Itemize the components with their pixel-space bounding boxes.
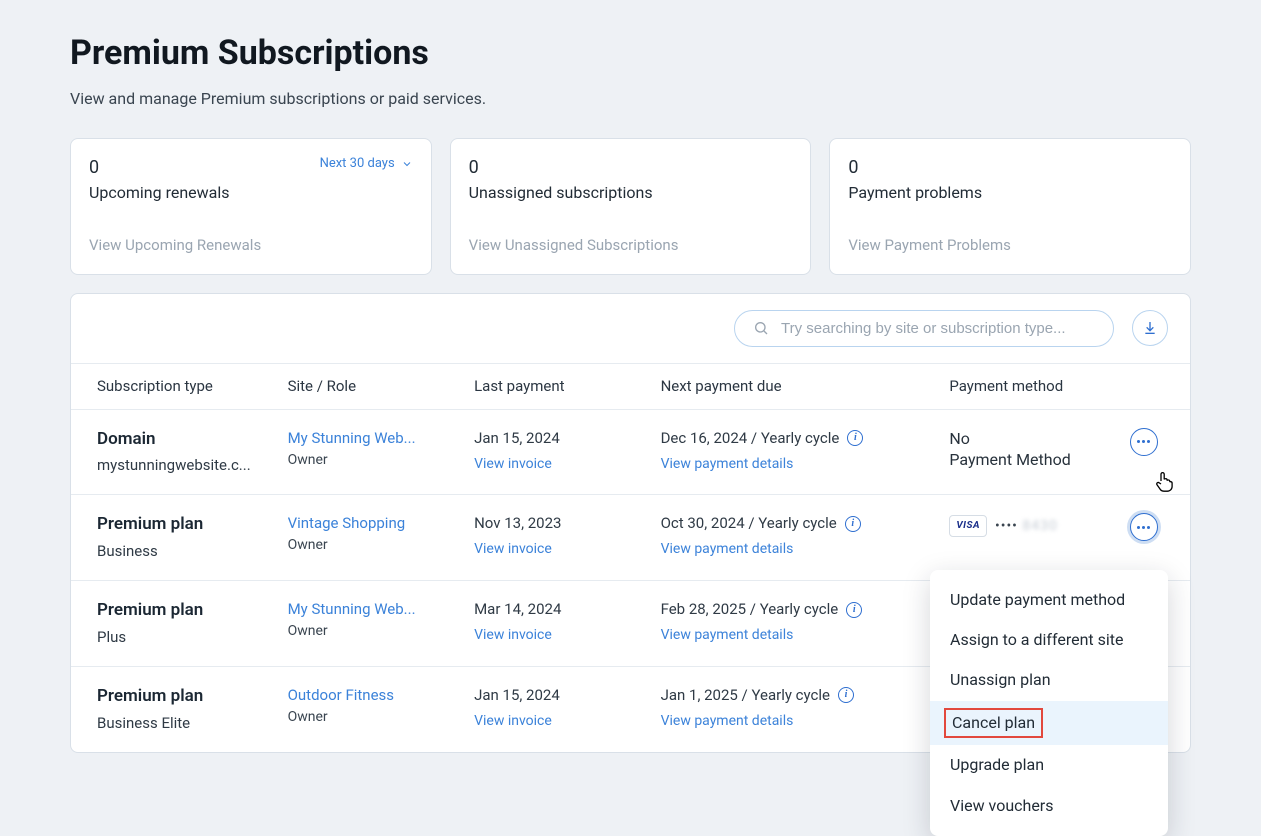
subscription-subname: mystunningwebsite.c... — [97, 455, 288, 476]
summary-card: 0 Next 30 days Upcoming renewals View Up… — [70, 138, 432, 275]
view-payment-details-link[interactable]: View payment details — [661, 626, 794, 646]
summary-card: 0 Unassigned subscriptions View Unassign… — [450, 138, 812, 275]
dropdown-item-label: Assign to a different site — [950, 630, 1123, 649]
card-label: Payment problems — [848, 182, 1172, 204]
info-icon[interactable]: i — [847, 430, 863, 446]
card-footer-link[interactable]: View Upcoming Renewals — [89, 205, 413, 256]
view-invoice-link[interactable]: View invoice — [474, 712, 552, 732]
next-payment-text: Feb 28, 2025 / Yearly cycle — [661, 599, 839, 620]
next-payment-text: Jan 1, 2025 / Yearly cycle — [661, 685, 830, 706]
view-invoice-link[interactable]: View invoice — [474, 540, 552, 560]
dropdown-item[interactable]: Update payment method — [930, 580, 1168, 620]
last-payment-date: Jan 15, 2024 — [474, 428, 661, 449]
summary-cards: 0 Next 30 days Upcoming renewals View Up… — [70, 138, 1191, 275]
card-footer-link[interactable]: View Payment Problems — [848, 205, 1172, 256]
dropdown-item[interactable]: Upgrade plan — [930, 745, 1168, 785]
subscription-subname: Business Elite — [97, 713, 288, 734]
dropdown-item-label: Cancel plan — [944, 708, 1043, 738]
subscription-subname: Business — [97, 541, 288, 562]
payment-method-chip: VISA •••• 8430 — [949, 515, 1058, 537]
row-actions-dropdown: Update payment method Assign to a differe… — [930, 570, 1168, 836]
last-payment-date: Jan 15, 2024 — [474, 685, 661, 706]
view-payment-details-link[interactable]: View payment details — [661, 455, 794, 475]
col-header-next-payment: Next payment due — [661, 363, 950, 409]
last-payment-date: Mar 14, 2024 — [474, 599, 661, 620]
dropdown-item[interactable]: Cancel plan — [930, 701, 1168, 745]
subscription-subname: Plus — [97, 627, 288, 648]
site-link[interactable]: Vintage Shopping — [288, 513, 428, 534]
card-footer-link[interactable]: View Unassigned Subscriptions — [469, 205, 793, 256]
card-count: 0 — [848, 155, 858, 180]
next-payment-text: Dec 16, 2024 / Yearly cycle — [661, 428, 840, 449]
download-button[interactable] — [1132, 310, 1168, 346]
search-icon — [753, 320, 769, 336]
page-title: Premium Subscriptions — [70, 30, 1191, 78]
subscription-name: Domain — [97, 428, 288, 452]
visa-badge: VISA — [949, 515, 987, 537]
dropdown-item-label: View vouchers — [950, 796, 1053, 815]
info-icon[interactable]: i — [838, 687, 854, 703]
card-label: Unassigned subscriptions — [469, 182, 793, 204]
info-icon[interactable]: i — [845, 516, 861, 532]
card-count: 0 — [469, 155, 479, 180]
site-role: Owner — [288, 536, 475, 556]
more-icon — [1137, 526, 1150, 529]
site-role: Owner — [288, 708, 475, 728]
subscriptions-panel: Subscription type Site / Role Last payme… — [70, 293, 1191, 753]
search-input[interactable] — [779, 319, 1095, 338]
next-payment-text: Oct 30, 2024 / Yearly cycle — [661, 513, 837, 534]
more-icon — [1137, 440, 1150, 443]
site-link[interactable]: Outdoor Fitness — [288, 685, 428, 706]
subscription-name: Premium plan — [97, 513, 288, 537]
col-header-payment: Payment method — [949, 363, 1129, 409]
last-payment-date: Nov 13, 2023 — [474, 513, 661, 534]
dropdown-item-label: Upgrade plan — [950, 755, 1044, 774]
site-role: Owner — [288, 451, 475, 471]
info-icon[interactable]: i — [846, 602, 862, 618]
site-link[interactable]: My Stunning Web... — [288, 599, 428, 620]
dropdown-item[interactable]: View vouchers — [930, 786, 1168, 826]
dropdown-item-label: Update payment method — [950, 590, 1125, 609]
table-row: Domain mystunningwebsite.c... My Stunnin… — [71, 409, 1190, 495]
view-payment-details-link[interactable]: View payment details — [661, 712, 794, 732]
view-invoice-link[interactable]: View invoice — [474, 626, 552, 646]
card-period-select[interactable]: Next 30 days — [320, 155, 413, 173]
chevron-down-icon — [401, 158, 413, 170]
view-invoice-link[interactable]: View invoice — [474, 455, 552, 475]
subscription-name: Premium plan — [97, 599, 288, 623]
row-more-button[interactable] — [1130, 428, 1158, 456]
card-count: 0 — [89, 155, 99, 180]
row-more-button[interactable] — [1130, 513, 1158, 541]
card-label: Upcoming renewals — [89, 182, 413, 204]
site-role: Owner — [288, 622, 475, 642]
col-header-last-payment: Last payment — [474, 363, 661, 409]
card-mask: •••• 8430 — [995, 517, 1058, 537]
payment-method-text: NoPayment Method — [949, 428, 1129, 471]
dropdown-item[interactable]: Assign to a different site — [930, 620, 1168, 660]
col-header-site: Site / Role — [288, 363, 475, 409]
search-box[interactable] — [734, 310, 1114, 347]
page-subtitle: View and manage Premium subscriptions or… — [70, 88, 1191, 110]
view-payment-details-link[interactable]: View payment details — [661, 540, 794, 560]
download-icon — [1142, 320, 1158, 336]
site-link[interactable]: My Stunning Web... — [288, 428, 428, 449]
subscription-name: Premium plan — [97, 685, 288, 709]
summary-card: 0 Payment problems View Payment Problems — [829, 138, 1191, 275]
dropdown-item[interactable]: Unassign plan — [930, 660, 1168, 700]
table-row: Premium plan Business Vintage Shopping O… — [71, 495, 1190, 581]
col-header-subscription: Subscription type — [71, 363, 288, 409]
dropdown-item-label: Unassign plan — [950, 670, 1051, 689]
